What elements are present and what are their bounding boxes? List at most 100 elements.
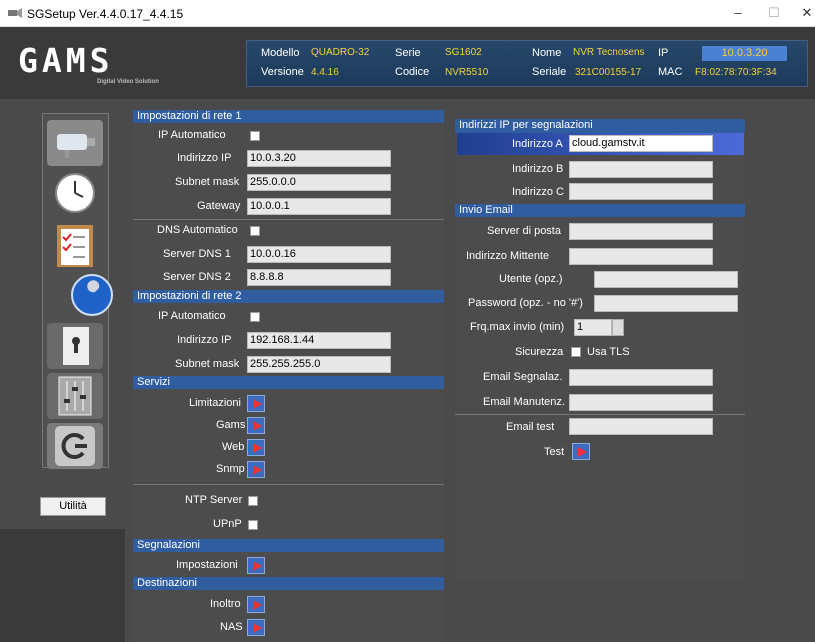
upnp-label: UPnP xyxy=(213,518,242,530)
tls-label: Usa TLS xyxy=(587,346,630,358)
upnp-checkbox[interactable] xyxy=(248,520,258,530)
server-posta-field[interactable] xyxy=(569,223,713,240)
password-field[interactable] xyxy=(594,295,738,312)
gw1-field[interactable]: 10.0.0.1 xyxy=(247,198,391,215)
section-rete2: Impostazioni di rete 2 xyxy=(133,290,444,303)
section-servizi: Servizi xyxy=(133,376,444,389)
nome-value: NVR Tecnosens xyxy=(573,47,645,58)
mask2-field[interactable]: 255.255.255.0 xyxy=(247,356,391,373)
password-label: Password (opz. - no '#') xyxy=(468,297,583,309)
utente-label: Utente (opz.) xyxy=(499,273,563,285)
device-info-panel: Modello QUADRO-32 Versione 4.4.16 Serie … xyxy=(246,40,808,87)
main-area: Utilità Impostazioni di rete 1 IP Automa… xyxy=(0,99,815,642)
maximize-button[interactable]: ☐ xyxy=(764,3,784,23)
clock-icon[interactable] xyxy=(47,170,103,216)
title-bar: SGSetup Ver.4.4.0.17_4.4.15 – ☐ ✕ xyxy=(0,0,815,27)
mask1-label: Subnet mask xyxy=(175,176,240,188)
indirizzo-b-field[interactable] xyxy=(569,161,713,178)
section-destinazioni: Destinazioni xyxy=(133,577,444,590)
wrench-icon[interactable] xyxy=(69,272,115,318)
ip-auto1-checkbox[interactable] xyxy=(250,131,260,141)
versione-value: 4.4.16 xyxy=(311,67,339,78)
serie-label: Serie xyxy=(395,47,421,59)
email-test-label: Email test xyxy=(506,421,555,433)
close-button[interactable]: ✕ xyxy=(797,3,815,23)
section-indirizzi: Indirizzi IP per segnalazioni xyxy=(455,119,745,133)
utente-field[interactable] xyxy=(594,271,738,288)
gams-button[interactable] xyxy=(247,417,265,434)
indirizzo-c-field[interactable] xyxy=(569,183,713,200)
nas-button[interactable] xyxy=(247,619,265,636)
ntp-checkbox[interactable] xyxy=(248,496,258,506)
dns-auto-checkbox[interactable] xyxy=(250,226,260,236)
minimize-button[interactable]: – xyxy=(728,3,748,23)
mask1-field[interactable]: 255.0.0.0 xyxy=(247,174,391,191)
section-rete1: Impostazioni di rete 1 xyxy=(133,110,444,123)
section-segnalazioni: Segnalazioni xyxy=(133,539,444,552)
limitazioni-button[interactable] xyxy=(247,395,265,412)
indirizzo-a-label: Indirizzo A xyxy=(512,138,563,150)
dns1-field[interactable]: 10.0.0.16 xyxy=(247,246,391,263)
test-button[interactable] xyxy=(572,443,590,460)
ip-auto2-checkbox[interactable] xyxy=(250,312,260,322)
seriale-value: 321C00155-17 xyxy=(575,67,642,78)
app-icon xyxy=(8,8,22,18)
ip1-field[interactable]: 10.0.3.20 xyxy=(247,150,391,167)
ip-auto2-label: IP Automatico xyxy=(158,310,226,322)
segnalaz-field[interactable] xyxy=(569,369,713,386)
nome-label: Nome xyxy=(532,47,562,59)
divider xyxy=(133,219,444,220)
limitazioni-label: Limitazioni xyxy=(189,397,241,409)
utilita-dropdown[interactable]: Utilità xyxy=(40,497,106,516)
mittente-field[interactable] xyxy=(569,248,713,265)
server-posta-label: Server di posta xyxy=(487,225,561,237)
inoltro-button[interactable] xyxy=(247,596,265,613)
power-icon[interactable] xyxy=(47,423,103,469)
divider xyxy=(133,484,444,485)
segnalaz-label: Email Segnalaz. xyxy=(483,371,563,383)
email-test-field[interactable] xyxy=(569,418,713,435)
gams-logo: GAMS Digital Video Solution xyxy=(18,41,159,85)
ip2-field[interactable]: 192.168.1.44 xyxy=(247,332,391,349)
inoltro-label: Inoltro xyxy=(210,598,241,610)
network-settings-panel: Impostazioni di rete 1 IP Automatico Ind… xyxy=(133,110,444,642)
versione-label: Versione xyxy=(261,66,304,78)
indirizzo-b-label: Indirizzo B xyxy=(512,163,564,175)
codice-value: NVR5510 xyxy=(445,67,489,78)
modello-label: Modello xyxy=(261,47,300,59)
mask2-label: Subnet mask xyxy=(175,358,240,370)
ip-label: IP xyxy=(658,47,669,59)
mac-label: MAC xyxy=(658,66,683,78)
divider xyxy=(455,414,745,415)
header: GAMS Digital Video Solution Modello QUAD… xyxy=(0,27,815,99)
sidebar-footer xyxy=(0,529,125,642)
indirizzo-c-label: Indirizzo C xyxy=(512,186,564,198)
ntp-label: NTP Server xyxy=(185,494,243,506)
camera-icon[interactable] xyxy=(47,120,103,166)
snmp-button[interactable] xyxy=(247,461,265,478)
ip1-label: Indirizzo IP xyxy=(177,152,232,164)
dns2-field[interactable]: 8.8.8.8 xyxy=(247,269,391,286)
test-label: Test xyxy=(544,446,565,458)
gw1-label: Gateway xyxy=(197,200,241,212)
mittente-label: Indirizzo Mittente xyxy=(466,250,550,262)
web-button[interactable] xyxy=(247,439,265,456)
checklist-icon[interactable] xyxy=(47,223,103,269)
web-label: Web xyxy=(222,441,245,453)
frq-spinner[interactable] xyxy=(612,319,624,336)
nas-label: NAS xyxy=(220,621,243,633)
tls-checkbox[interactable] xyxy=(571,347,581,357)
manutenz-label: Email Manutenz. xyxy=(483,396,565,408)
frq-field[interactable]: 1 xyxy=(574,319,612,336)
snmp-label: Snmp xyxy=(216,463,245,475)
impostazioni-label: Impostazioni xyxy=(176,559,238,571)
sliders-icon[interactable] xyxy=(47,373,103,419)
section-email: Invio Email xyxy=(455,204,745,217)
indirizzo-a-field[interactable]: cloud.gamstv.it xyxy=(569,135,713,152)
ip2-label: Indirizzo IP xyxy=(177,334,232,346)
document-lock-icon[interactable] xyxy=(47,323,103,369)
gams-label: Gams xyxy=(216,419,246,431)
manutenz-field[interactable] xyxy=(569,394,713,411)
serie-value: SG1602 xyxy=(445,47,482,58)
impostazioni-button[interactable] xyxy=(247,557,265,574)
